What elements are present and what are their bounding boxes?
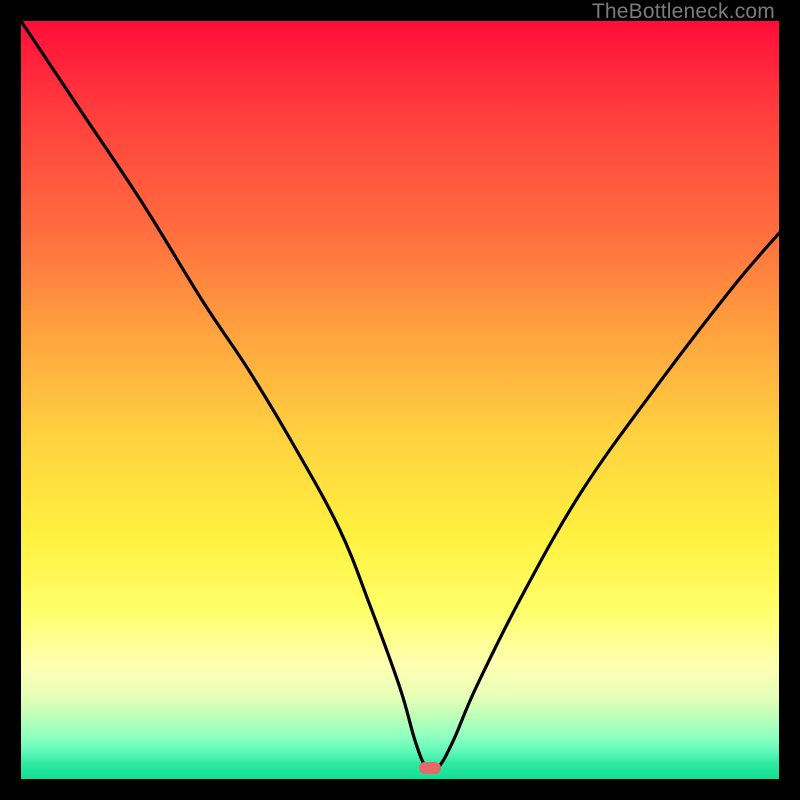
bottleneck-curve (21, 21, 779, 779)
minimum-marker (419, 762, 441, 774)
watermark-text: TheBottleneck.com (592, 0, 775, 24)
curve-path (21, 21, 779, 771)
chart-frame: TheBottleneck.com (0, 0, 800, 800)
plot-area (21, 21, 779, 779)
